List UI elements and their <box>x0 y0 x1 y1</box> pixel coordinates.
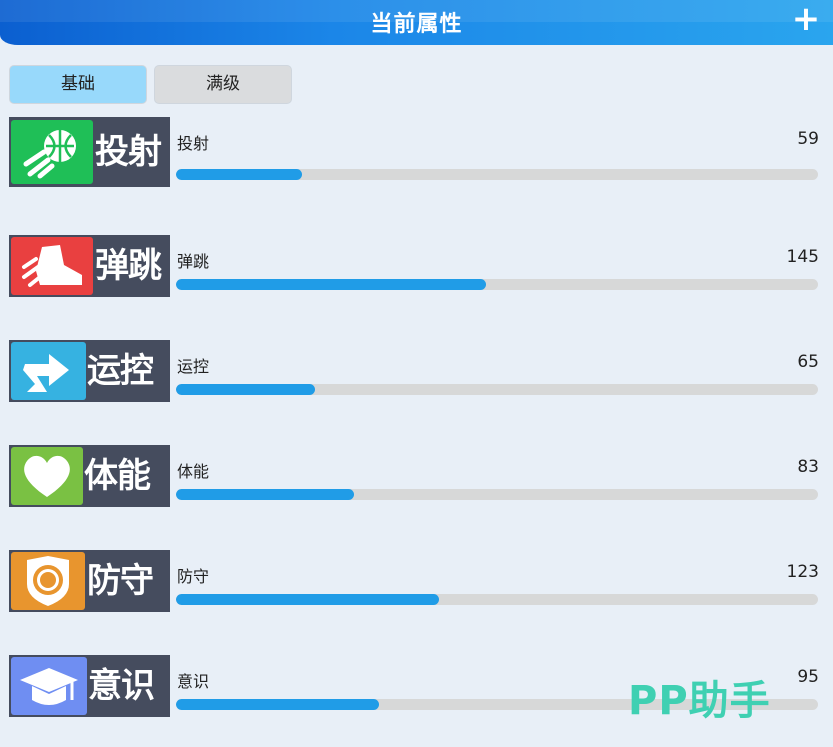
stat-badge: 投射 <box>9 117 170 187</box>
stat-row-defense: 防守 防守 123 <box>9 550 819 622</box>
stat-name: 体能 <box>177 462 210 481</box>
stat-value: 65 <box>797 352 819 372</box>
progress-track <box>176 279 818 290</box>
stat-badge: 防守 <box>9 550 170 612</box>
stat-name: 意识 <box>177 672 210 691</box>
stat-name: 防守 <box>177 567 210 586</box>
progress-fill <box>176 594 440 605</box>
stat-row-jumping: 弹跳 弹跳 145 <box>9 235 819 307</box>
shield-icon <box>11 552 85 610</box>
stat-name: 投射 <box>177 134 210 153</box>
basketball-icon <box>11 120 93 184</box>
progress-fill <box>176 699 380 710</box>
stat-value: 123 <box>786 562 819 582</box>
tab-basic[interactable]: 基础 <box>9 65 147 104</box>
sneaker-icon <box>11 237 93 295</box>
stat-row-dribbling: 运控 运控 65 <box>9 340 819 412</box>
heart-icon <box>11 447 83 505</box>
stat-value: 83 <box>797 457 819 477</box>
stat-badge: 意识 <box>9 655 170 717</box>
progress-track <box>176 384 818 395</box>
graduation-cap-icon <box>11 657 87 715</box>
stat-value: 95 <box>797 667 819 687</box>
page-title: 当前属性 <box>370 12 463 37</box>
zigzag-arrow-icon <box>11 342 86 400</box>
progress-fill <box>176 279 487 290</box>
tab-max-level[interactable]: 满级 <box>154 65 292 104</box>
watermark-logo: PP助手 <box>628 678 771 724</box>
progress-fill <box>176 169 303 180</box>
progress-track <box>176 489 818 500</box>
stat-badge-label: 运控 <box>87 351 154 391</box>
stat-badge-label: 防守 <box>87 561 154 601</box>
stat-badge-label: 体能 <box>84 456 151 496</box>
stat-name: 弹跳 <box>177 252 210 271</box>
stat-badge-label: 弹跳 <box>95 246 162 286</box>
stat-value: 59 <box>797 129 819 149</box>
stat-badge: 运控 <box>9 340 170 402</box>
plus-icon[interactable]: + <box>791 2 821 36</box>
header-bar: 当前属性 + <box>0 0 833 45</box>
stat-badge-label: 意识 <box>88 666 155 706</box>
stat-badge: 体能 <box>9 445 170 507</box>
stat-row-shooting: 投射 投射 59 <box>9 117 819 189</box>
stat-name: 运控 <box>177 357 210 376</box>
stat-badge-label: 投射 <box>95 132 162 172</box>
stat-row-stamina: 体能 体能 83 <box>9 445 819 517</box>
progress-track <box>176 169 818 180</box>
stat-value: 145 <box>786 247 819 267</box>
progress-track <box>176 594 818 605</box>
stat-badge: 弹跳 <box>9 235 170 297</box>
progress-fill <box>176 489 354 500</box>
progress-fill <box>176 384 316 395</box>
